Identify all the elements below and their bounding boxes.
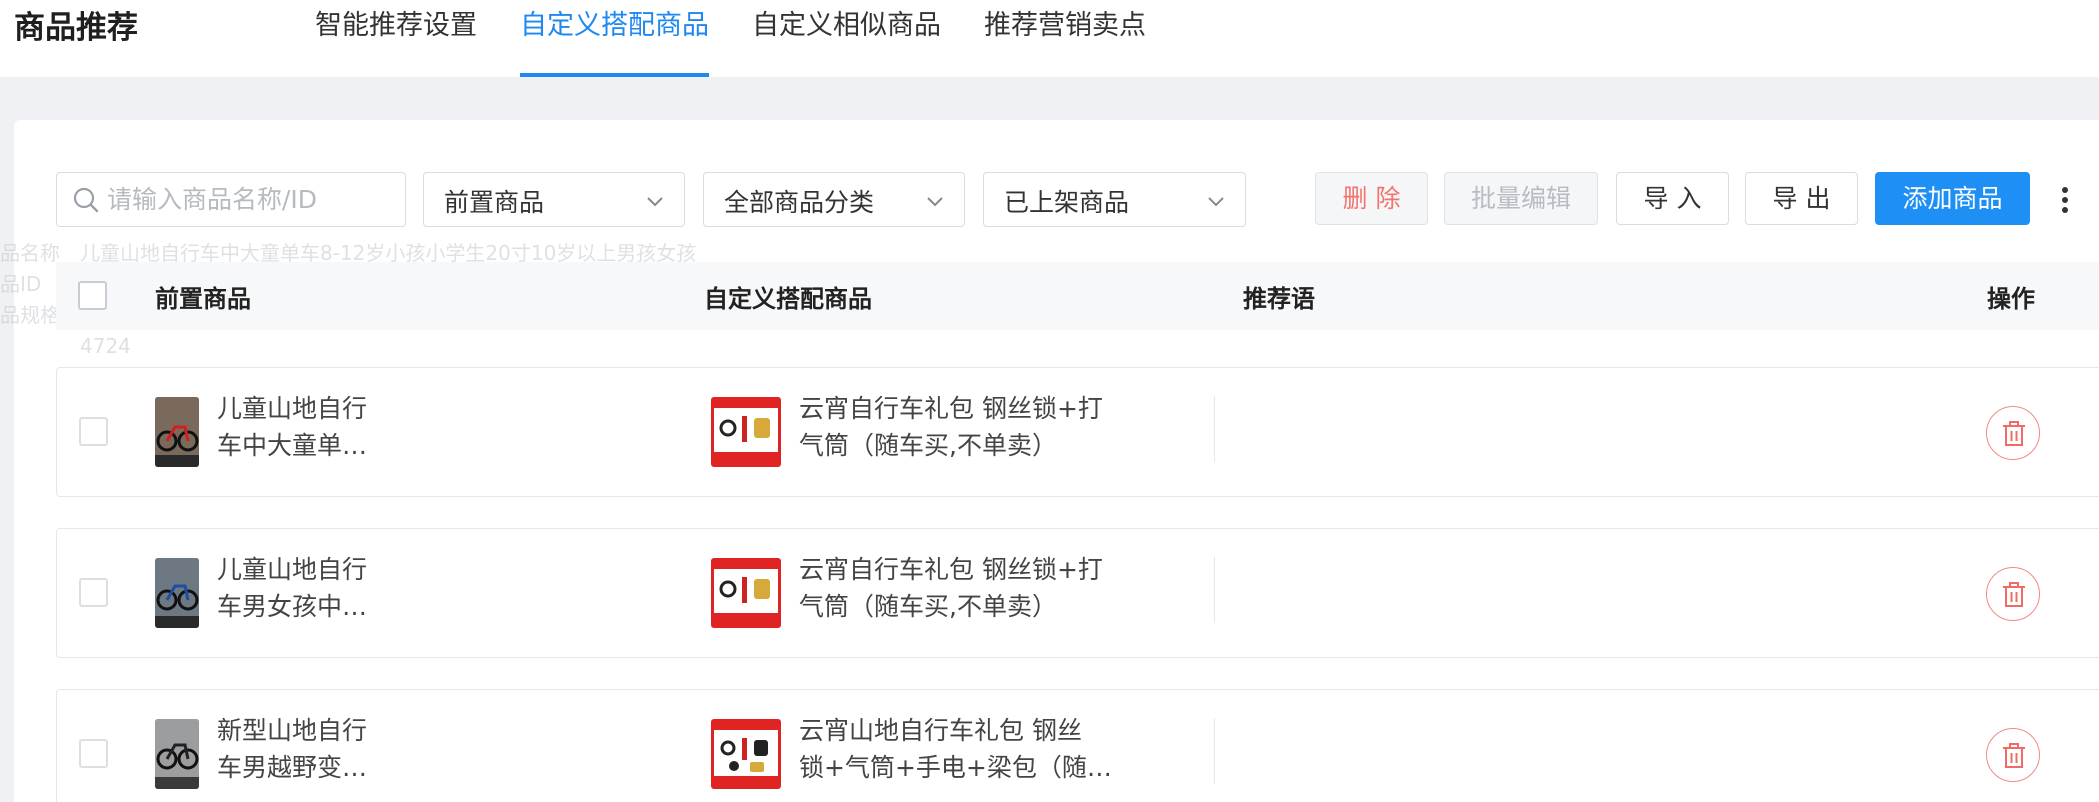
product-thumbnail	[155, 397, 199, 467]
status-select[interactable]: 已上架商品	[983, 172, 1246, 227]
addon-name-line: 云宵山地自行车礼包 钢丝	[799, 716, 1082, 745]
add-product-button[interactable]: 添加商品	[1875, 172, 2030, 225]
addon-name[interactable]: 云宵自行车礼包 钢丝锁+打 气筒（随车买,不单卖）	[799, 390, 1119, 464]
status-value: 已上架商品	[1004, 188, 1130, 217]
addon-thumbnail	[711, 719, 781, 789]
table-row: 儿童山地自行 车男女孩中… 云宵自行车礼包 钢丝锁+打 气筒（随车买,不单卖）	[56, 528, 2099, 658]
product-name-line: 儿童山地自行	[217, 555, 368, 584]
product-name[interactable]: 儿童山地自行 车中大童单…	[217, 390, 385, 464]
product-type-value: 前置商品	[444, 188, 545, 217]
addon-name-line: 气筒（随车买,不单卖）	[799, 431, 1057, 460]
product-name-line: 车男越野变…	[217, 753, 368, 782]
column-header: 推荐语	[1243, 285, 1315, 313]
addon-name[interactable]: 云宵自行车礼包 钢丝锁+打 气筒（随车买,不单卖）	[799, 551, 1119, 625]
product-name-line: 新型山地自行	[217, 716, 368, 745]
select-all-checkbox[interactable]	[78, 281, 107, 310]
table-row: 新型山地自行 车男越野变… 云宵山地自行车礼包 钢丝 锁+气筒+手电+梁包（随…	[56, 689, 2099, 802]
row-checkbox[interactable]	[79, 417, 108, 446]
product-name-line: 车中大童单…	[217, 431, 368, 460]
column-header: 自定义搭配商品	[704, 285, 872, 313]
tab-marketing-points[interactable]: 推荐营销卖点	[984, 0, 1146, 77]
tab-bar: 智能推荐设置 自定义搭配商品 自定义相似商品 推荐营销卖点	[315, 0, 1189, 77]
product-name[interactable]: 新型山地自行 车男越野变…	[217, 712, 385, 786]
chevron-down-icon	[927, 197, 943, 207]
table-row: 儿童山地自行 车中大童单… 云宵自行车礼包 钢丝锁+打 气筒（随车买,不单卖）	[56, 367, 2099, 497]
addon-name-line: 云宵自行车礼包 钢丝锁+打	[799, 555, 1103, 584]
batch-edit-button[interactable]: 批量编辑	[1444, 172, 1598, 225]
row-checkbox[interactable]	[79, 739, 108, 768]
addon-name-line: 锁+气筒+手电+梁包（随…	[799, 753, 1112, 782]
product-name-line: 儿童山地自行	[217, 394, 368, 423]
delete-row-button[interactable]	[1986, 728, 2040, 782]
product-thumbnail	[155, 719, 199, 789]
chevron-down-icon	[647, 197, 663, 207]
tab-custom-bundle[interactable]: 自定义搭配商品	[520, 0, 709, 77]
addon-thumbnail	[711, 397, 781, 467]
category-select[interactable]: 全部商品分类	[703, 172, 965, 227]
trash-icon	[2003, 421, 2025, 446]
top-bar: 商品推荐 智能推荐设置 自定义搭配商品 自定义相似商品 推荐营销卖点	[0, 0, 2099, 77]
addon-name-line: 气筒（随车买,不单卖）	[799, 592, 1057, 621]
product-name[interactable]: 儿童山地自行 车男女孩中…	[217, 551, 385, 625]
import-button[interactable]: 导 入	[1616, 172, 1729, 225]
delete-button[interactable]: 删 除	[1315, 172, 1428, 225]
export-button[interactable]: 导 出	[1745, 172, 1858, 225]
trash-icon	[2003, 743, 2025, 768]
more-vertical-icon[interactable]	[2055, 180, 2075, 220]
column-header: 前置商品	[155, 285, 251, 313]
search-input[interactable]	[107, 175, 397, 224]
addon-thumbnail	[711, 558, 781, 628]
column-divider	[1214, 396, 1215, 462]
product-name-line: 车男女孩中…	[217, 592, 368, 621]
search-box[interactable]	[56, 172, 406, 227]
column-divider	[1214, 718, 1215, 784]
category-value: 全部商品分类	[724, 188, 875, 217]
trash-icon	[2003, 582, 2025, 607]
tab-smart-recommend[interactable]: 智能推荐设置	[315, 0, 477, 77]
product-thumbnail	[155, 558, 199, 628]
delete-row-button[interactable]	[1986, 567, 2040, 621]
addon-name-line: 云宵自行车礼包 钢丝锁+打	[799, 394, 1103, 423]
tab-custom-similar[interactable]: 自定义相似商品	[752, 0, 941, 77]
search-icon	[73, 187, 99, 213]
product-type-select[interactable]: 前置商品	[423, 172, 685, 227]
chevron-down-icon	[1208, 197, 1224, 207]
row-checkbox[interactable]	[79, 578, 108, 607]
addon-name[interactable]: 云宵山地自行车礼包 钢丝 锁+气筒+手电+梁包（随…	[799, 712, 1119, 786]
delete-row-button[interactable]	[1986, 406, 2040, 460]
column-header: 操作	[1987, 285, 2035, 313]
table-header: 前置商品 自定义搭配商品 推荐语 操作	[56, 262, 2099, 330]
column-divider	[1214, 557, 1215, 623]
page-title: 商品推荐	[14, 10, 138, 46]
